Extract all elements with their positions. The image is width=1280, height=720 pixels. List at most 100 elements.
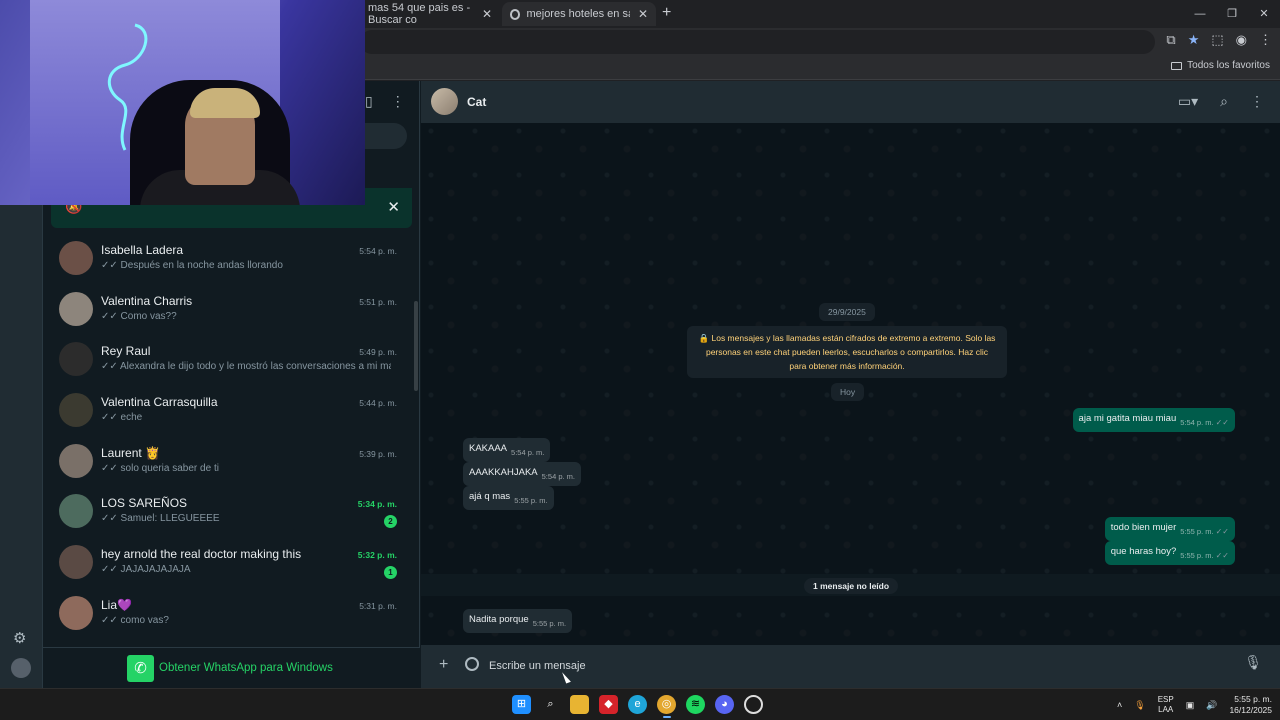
chat-preview: Después en la noche andas llorando xyxy=(120,260,283,271)
edge-icon[interactable]: e xyxy=(628,695,647,714)
read-ticks-icon: ✓✓ xyxy=(101,412,121,424)
microphone-icon[interactable]: 🎙 xyxy=(1134,700,1145,711)
language-code: ESP xyxy=(1157,695,1174,704)
menu-kebab-icon[interactable]: ⋮ xyxy=(391,93,405,110)
chat-list-item[interactable]: Rey Raul ✓✓ Alexandra le dijo todo y le m… xyxy=(43,334,413,385)
message-time: 5:54 p. m. xyxy=(541,472,575,481)
search-icon[interactable]: ⌕ xyxy=(1220,93,1228,110)
video-call-icon[interactable]: ▭▾ xyxy=(1178,93,1198,110)
search-icon[interactable]: ⌕ xyxy=(541,695,560,714)
chat-list-item[interactable]: Laurent 👸 ✓✓ solo queria saber de ti 5:39 … xyxy=(43,436,413,487)
outgoing-message[interactable]: que haras hoy? 5:55 p. m. ✓✓ xyxy=(1104,541,1235,565)
chat-list-item[interactable]: hey arnold the real doctor making this ✓✓… xyxy=(43,537,413,588)
chat-last-message: ✓✓ Después en la noche andas llorando xyxy=(101,260,391,271)
conversation-header[interactable]: Cat ▭▾ ⌕ ⋮ xyxy=(421,81,1280,123)
read-ticks-icon: ✓✓ xyxy=(101,614,121,626)
settings-gear-icon[interactable]: ⚙ xyxy=(13,629,26,647)
system-tray: ˄ 🎙 ESP LAA ▣ 🔊 5:55 p. m. 16/12/2025 xyxy=(1117,694,1272,716)
attach-plus-icon[interactable]: + xyxy=(439,656,448,674)
search-input[interactable] xyxy=(365,123,407,149)
incoming-message[interactable]: KAKAAA 5:54 p. m. xyxy=(463,438,551,462)
chat-name: hey arnold the real doctor making this xyxy=(101,547,302,562)
browser-tab-search[interactable]: mas 54 que pais es - Buscar co ✕ xyxy=(360,2,500,26)
browser-tab-hotels[interactable]: mejores hoteles en santa marta ✕ xyxy=(502,2,656,26)
incoming-message[interactable]: Nadita porque 5:55 p. m. xyxy=(463,609,573,633)
chat-time: 5:44 p. m. xyxy=(359,398,397,409)
chat-list-item[interactable]: Lia💜 ✓✓ como vas? 5:31 p. m. xyxy=(43,588,413,639)
minimize-icon[interactable]: — xyxy=(1184,0,1216,28)
get-whatsapp-link[interactable]: Obtener WhatsApp para Windows xyxy=(159,662,333,674)
all-favorites-folder[interactable]: Todos los favoritos xyxy=(1171,60,1270,71)
bookmark-star-icon[interactable]: ★ xyxy=(1188,32,1200,48)
outgoing-message[interactable]: todo bien mujer 5:55 p. m. ✓✓ xyxy=(1104,517,1235,541)
file-explorer-icon[interactable] xyxy=(570,695,589,714)
webcam-overlay xyxy=(0,0,365,205)
microphone-icon[interactable]: 🎙 xyxy=(1244,654,1262,671)
chat-last-message: ✓✓ Samuel: LLEGUEEEE xyxy=(101,513,391,524)
chevron-up-icon[interactable]: ˄ xyxy=(1117,700,1122,710)
chat-last-message: ✓✓ solo queria saber de ti xyxy=(101,463,391,474)
close-tab-icon[interactable]: ✕ xyxy=(482,7,492,21)
chat-time: 5:32 p. m. xyxy=(357,550,397,561)
chat-preview: Samuel: LLEGUEEEE xyxy=(120,513,220,525)
close-window-icon[interactable]: ✕ xyxy=(1248,0,1280,28)
taskbar-apps: ⊞ ⌕ ◆ e ◎ ≋ ◕ xyxy=(512,695,763,718)
new-tab-icon[interactable]: + xyxy=(662,4,671,22)
incoming-message[interactable]: ajá q mas 5:55 p. m. xyxy=(463,486,554,510)
chat-last-message: ✓✓ eche xyxy=(101,412,391,423)
network-icon[interactable]: ▣ xyxy=(1186,700,1195,711)
window-controls: — ❐ ✕ xyxy=(1184,0,1280,28)
start-windows-icon[interactable]: ⊞ xyxy=(512,695,531,714)
message-input[interactable] xyxy=(483,651,1223,681)
profile-avatar[interactable] xyxy=(11,658,31,678)
chat-name: Valentina Carrasquilla xyxy=(101,395,218,410)
chrome-icon[interactable]: ◎ xyxy=(657,695,676,718)
chat-list-item[interactable]: Valentina Charris ✓✓ Como vas?? 5:51 p. m. xyxy=(43,284,413,335)
chat-preview: JAJAJAJAJAJA xyxy=(120,564,191,576)
new-chat-icon[interactable]: ▯ xyxy=(365,93,373,110)
clock[interactable]: 5:55 p. m. 16/12/2025 xyxy=(1229,694,1272,716)
chat-preview: solo queria saber de ti xyxy=(120,462,219,474)
emoji-sticker-icon[interactable] xyxy=(465,657,479,671)
language-indicator[interactable]: ESP LAA xyxy=(1158,695,1174,715)
get-whatsapp-banner[interactable]: ✆ Obtener WhatsApp para Windows xyxy=(43,647,420,688)
extensions-icon[interactable]: ⬚ xyxy=(1211,32,1223,48)
close-icon[interactable]: ✕ xyxy=(387,198,400,216)
steam-icon[interactable] xyxy=(744,695,763,714)
omnibox[interactable] xyxy=(360,30,1155,54)
contact-avatar xyxy=(59,291,93,326)
close-tab-icon[interactable]: ✕ xyxy=(638,7,648,21)
unread-badge: 1 xyxy=(384,566,397,580)
contact-avatar xyxy=(59,393,93,428)
chat-list-item[interactable]: Isabella Ladera ✓✓ Después en la noche an… xyxy=(43,233,413,284)
spotify-icon[interactable]: ≋ xyxy=(686,695,705,714)
message-time: 5:54 p. m. xyxy=(511,448,545,457)
chat-list-item[interactable]: Valentina Carrasquilla ✓✓ eche 5:44 p. m. xyxy=(43,385,413,436)
volume-icon[interactable]: 🔊 xyxy=(1206,700,1217,711)
contact-name[interactable]: Cat xyxy=(467,95,486,109)
encryption-notice[interactable]: 🔒 Los mensajes y las llamadas están cifr… xyxy=(687,326,1007,378)
restore-icon[interactable]: ❐ xyxy=(1216,0,1248,28)
profile-icon[interactable]: ◉ xyxy=(1236,32,1247,48)
double-check-icon: ✓✓ xyxy=(1215,527,1229,536)
app-red-icon[interactable]: ◆ xyxy=(599,695,618,714)
read-ticks-icon: ✓✓ xyxy=(101,361,120,373)
google-icon xyxy=(510,8,521,20)
chat-last-message: ✓✓ Como vas?? xyxy=(101,311,391,322)
message-text: que haras hoy? xyxy=(1110,546,1177,557)
unread-divider: 1 mensaje no leído xyxy=(421,574,1280,596)
incoming-message[interactable]: AAAKKAHJAKA 5:54 p. m. xyxy=(463,462,581,486)
chat-time: 5:51 p. m. xyxy=(359,296,397,307)
chat-list-item[interactable]: LOS SAREÑOS ✓✓ Samuel: LLEGUEEEE 5:34 p. m… xyxy=(43,486,413,537)
double-check-icon: ✓✓ xyxy=(1215,551,1229,560)
menu-kebab-icon[interactable]: ⋮ xyxy=(1250,93,1264,110)
scrollbar[interactable] xyxy=(414,301,418,391)
discord-icon[interactable]: ◕ xyxy=(715,695,734,714)
message-time: 5:54 p. m. xyxy=(1180,418,1214,427)
date-divider: 29/9/2025 xyxy=(819,303,875,321)
outgoing-message[interactable]: aja mi gatita miau miau 5:54 p. m. ✓✓ xyxy=(1072,408,1235,432)
install-app-icon[interactable]: ⧉ xyxy=(1166,32,1175,48)
chat-preview: Alexandra le dijo todo y le mostró las c… xyxy=(119,361,391,373)
menu-kebab-icon[interactable]: ⋮ xyxy=(1259,32,1272,48)
contact-avatar[interactable] xyxy=(431,88,458,115)
